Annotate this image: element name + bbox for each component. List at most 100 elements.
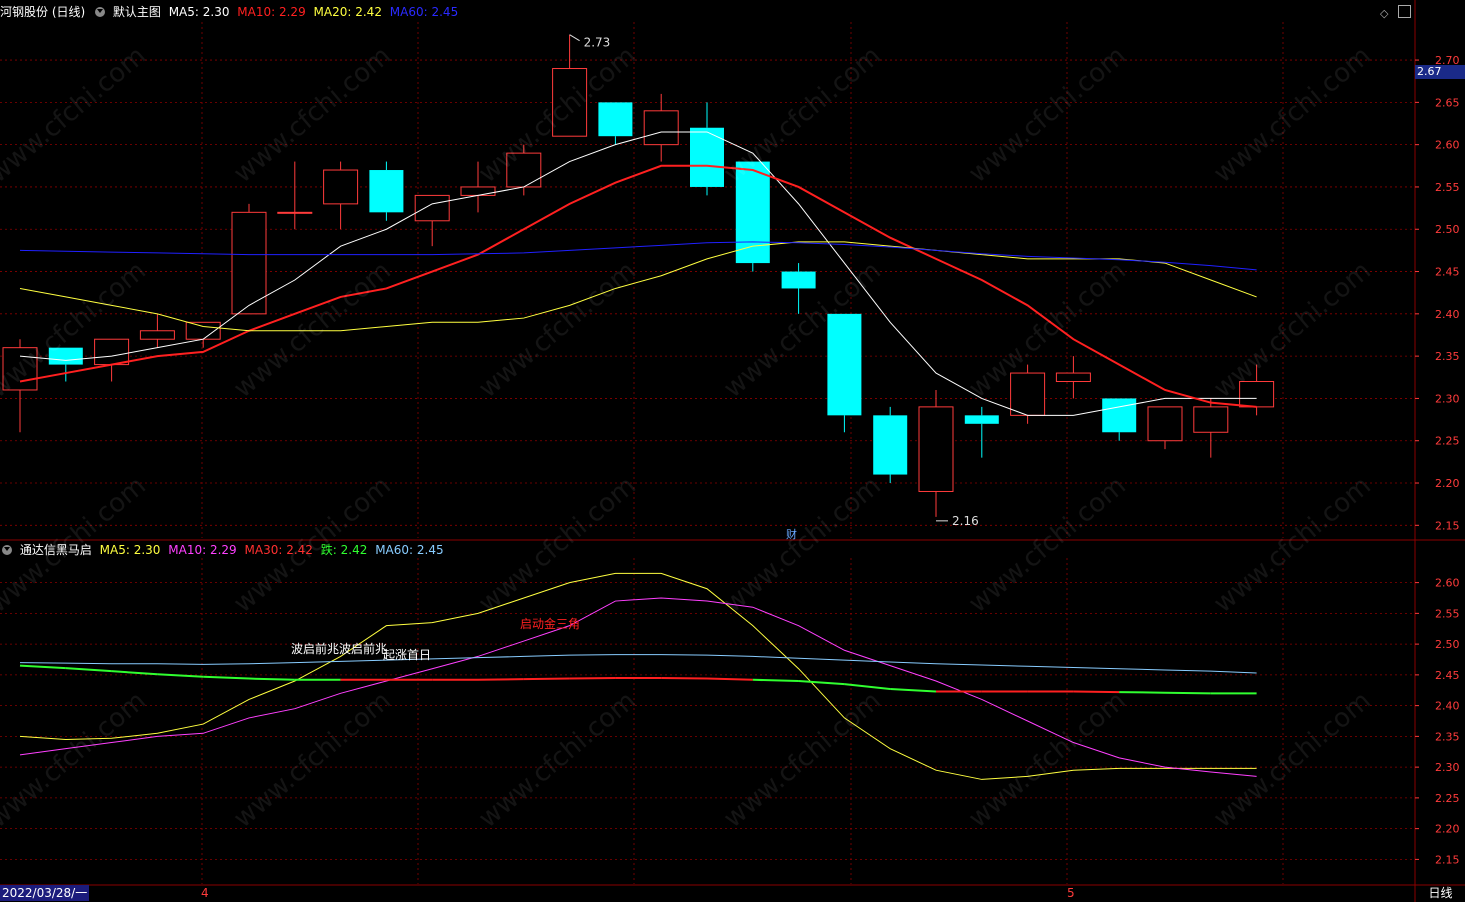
sub-line-ma10 <box>19 597 1257 777</box>
candle-body <box>460 186 496 196</box>
sub-value-tick-label: 2.40 <box>1435 700 1460 713</box>
candle-body <box>781 271 816 289</box>
candle-body <box>1239 381 1275 408</box>
sub-value-tick-label: 2.55 <box>1435 607 1460 620</box>
sub-value-tick-label: 2.15 <box>1435 853 1460 866</box>
main-price-tick-label: 2.25 <box>1435 435 1460 448</box>
candle-body <box>1102 398 1137 433</box>
candle-body <box>918 406 954 492</box>
main-price-tick-label: 2.15 <box>1435 519 1460 532</box>
main-price-tick-label: 2.65 <box>1435 96 1460 109</box>
sub-value-tick-label: 2.25 <box>1435 792 1460 805</box>
candle-body <box>48 347 83 365</box>
sub-ma60-label: MA60: 2.45 <box>375 543 444 557</box>
main-price-tick-label: 2.50 <box>1435 223 1460 236</box>
candle-body <box>2 347 38 391</box>
main-price-tick-label: 2.45 <box>1435 266 1460 279</box>
sub-value-tick-label: 2.50 <box>1435 638 1460 651</box>
current-price-tag: 2.67 <box>1415 65 1465 79</box>
candle-body <box>277 211 313 214</box>
cursor-date: 2022/03/28/一 <box>0 885 90 901</box>
candle-body <box>643 110 679 146</box>
main-price-tick-label: 2.40 <box>1435 308 1460 321</box>
sub-value-tick-label: 2.20 <box>1435 823 1460 836</box>
main-price-tick-label: 2.60 <box>1435 139 1460 152</box>
sub-ma30-label: MA30: 2.42 <box>244 543 313 557</box>
sub-line-die-segment <box>661 676 708 680</box>
chart-canvas[interactable]: 2.732.16财 2.702.652.602.552.502.452.402.… <box>0 0 1465 902</box>
sub-line-die-segment <box>203 675 250 680</box>
window-icon[interactable] <box>1398 5 1411 18</box>
candle-body <box>323 169 359 205</box>
sub-line-die-segment <box>248 677 295 681</box>
main-line-ma20 <box>19 241 1257 332</box>
candle-body <box>414 194 450 222</box>
sub-panel-header: 通达信黑马启 MA5: 2.30 MA10: 2.29 MA30: 2.42 跌… <box>0 540 448 560</box>
sub-line-die-segment <box>569 676 616 680</box>
sub-ma10-label: MA10: 2.29 <box>168 543 237 557</box>
main-ma10-label: MA10: 2.29 <box>237 5 306 19</box>
main-price-tick-label: 2.35 <box>1435 350 1460 363</box>
annotation-qi-zhang: 起涨首日 <box>383 648 432 662</box>
stock-chart-window: 2.73 2.16 财 2.70 2.65 2.60 2.55 2.50 2.45 2.40 2.… <box>0 0 1465 902</box>
candle-body <box>1010 372 1046 416</box>
annotation-bo-qi: 波启前兆波启前兆 <box>291 642 388 656</box>
chevron-down-icon[interactable] <box>95 6 106 17</box>
annotation-jin-san-jiao: 启动金三角 <box>520 617 581 631</box>
candle-body <box>369 170 404 213</box>
candle-body <box>139 330 175 340</box>
main-line-ma10 <box>19 164 1257 408</box>
main-ma60-label: MA60: 2.45 <box>389 5 459 19</box>
sub-line-die-segment <box>477 678 524 681</box>
period-selector[interactable]: 日线 <box>1416 885 1465 901</box>
sub-line-die-segment <box>19 664 66 670</box>
sub-line-die-segment <box>1164 691 1211 695</box>
main-panel-header: 河钢股份 (日线) 默认主图 MA5: 2.30 MA10: 2.29 MA20… <box>0 2 462 22</box>
main-line-ma60 <box>19 241 1257 271</box>
month-tick-5: 5 <box>1067 886 1075 900</box>
sub-die-label: 跌: 2.42 <box>320 543 368 557</box>
sub-value-tick-label: 2.30 <box>1435 761 1460 774</box>
main-ma5-label: MA5: 2.30 <box>168 5 230 19</box>
sub-line-die-segment <box>1073 690 1120 694</box>
candle-body <box>552 68 588 137</box>
month-tick-4: 4 <box>201 886 209 900</box>
sub-line-die-segment <box>1119 691 1166 694</box>
candle-body <box>690 127 724 187</box>
candle-body <box>598 102 633 137</box>
candle-body <box>1055 372 1091 383</box>
sub-line-die-segment <box>798 680 845 686</box>
high-marker-arrow <box>569 34 580 42</box>
candle-body <box>94 338 130 366</box>
financial-report-marker: 财 <box>786 527 797 541</box>
candle-body <box>1193 406 1229 433</box>
sub-line-die-segment <box>706 677 753 681</box>
main-chart-name[interactable]: 默认主图 <box>113 5 161 19</box>
main-price-tick-label: 2.55 <box>1435 181 1460 194</box>
sub-ma5-label: MA5: 2.30 <box>99 543 161 557</box>
stock-title: 河钢股份 (日线) <box>0 5 86 19</box>
candle-body <box>506 152 542 188</box>
diamond-icon[interactable]: ◇ <box>1380 7 1388 20</box>
main-ma20-label: MA20: 2.42 <box>313 5 382 19</box>
sub-line-die-segment <box>111 670 158 676</box>
candle-body <box>873 415 908 475</box>
sub-value-tick-label: 2.35 <box>1435 730 1460 743</box>
chevron-down-icon[interactable] <box>2 544 12 555</box>
sub-line-die-segment <box>890 688 937 693</box>
candle-body <box>964 415 999 424</box>
sub-value-tick-label: 2.60 <box>1435 577 1460 590</box>
sub-title[interactable]: 通达信黑马启 <box>20 543 92 557</box>
sub-line-die-segment <box>523 677 570 681</box>
sub-line-ma60 <box>19 654 1257 674</box>
sub-value-tick-label: 2.45 <box>1435 669 1460 682</box>
candle-body <box>735 161 770 264</box>
high-marker-label: 2.73 <box>584 36 611 50</box>
sub-line-die-segment <box>65 667 112 673</box>
low-marker-label: 2.16 <box>952 514 979 528</box>
candle-body <box>1147 406 1183 442</box>
sub-line-die-segment <box>752 678 799 683</box>
main-price-tick-label: 2.20 <box>1435 477 1460 490</box>
main-price-tick-label: 2.30 <box>1435 392 1460 405</box>
candle-body <box>827 313 862 416</box>
